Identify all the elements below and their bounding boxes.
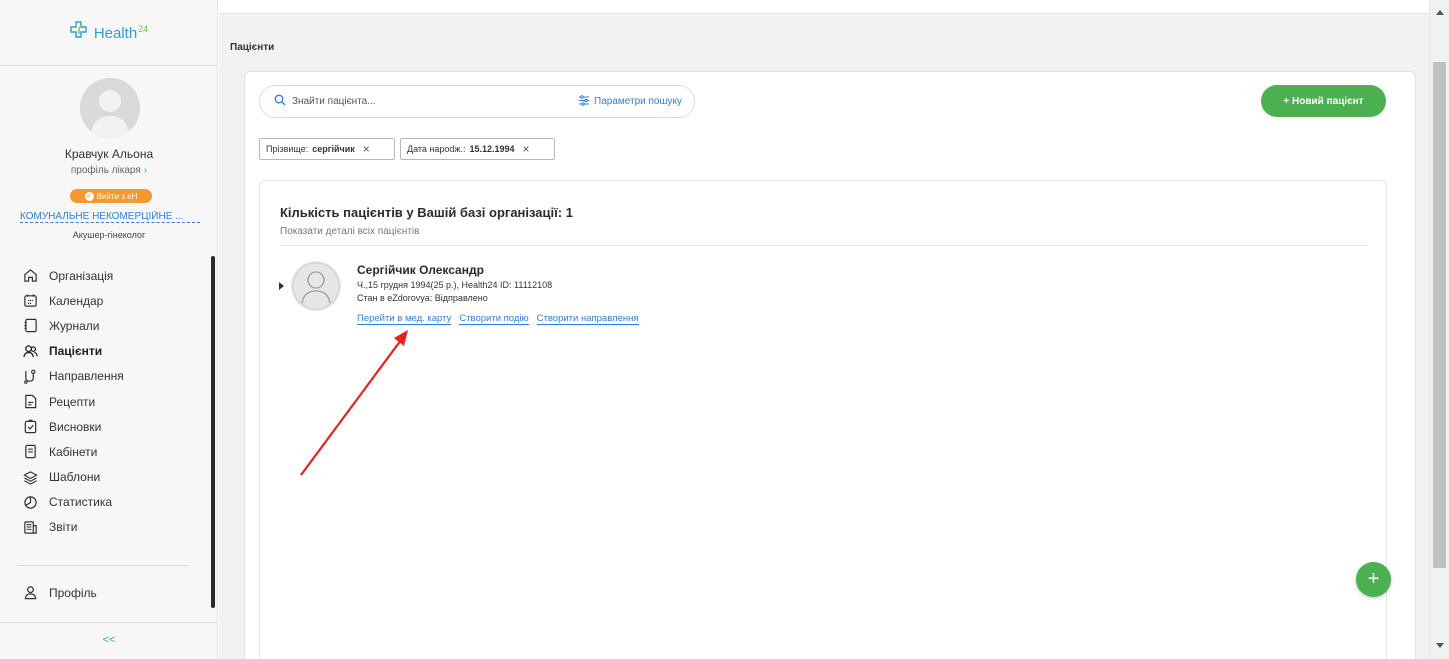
sliders-icon — [578, 94, 590, 109]
health24-logo-icon — [70, 21, 88, 44]
new-patient-button[interactable]: + Новий пацієнт — [1261, 85, 1386, 117]
search-params-button[interactable]: Параметри пошуку — [578, 94, 682, 109]
sidebar-divider — [18, 565, 188, 566]
doctor-name: Кравчук Альона — [64, 147, 154, 161]
sidebar-item-templates[interactable]: Шаблони — [0, 465, 210, 490]
main-content: Пацієнти Знайти пацієнта... Параметри по… — [219, 0, 1429, 659]
home-icon — [22, 268, 38, 284]
journal-icon — [22, 318, 38, 334]
sidebar-bottom-divider — [0, 622, 218, 623]
patient-avatar — [291, 261, 341, 311]
organization-link[interactable]: КОМУНАЛЬНЕ НЕКОМЕРЦІЙНЕ ... — [20, 211, 200, 223]
sidebar-menu: Організація Календар Журнали Пацієнти На… — [0, 263, 210, 540]
logo[interactable]: Health24 — [0, 0, 218, 66]
patient-actions: Перейти в мед. карту Створити подію Ство… — [357, 313, 639, 325]
doctor-avatar[interactable] — [80, 78, 140, 138]
eh-logout-button[interactable]: ✓ Вийти з еН — [70, 189, 152, 203]
user-icon — [22, 585, 38, 601]
search-icon — [274, 93, 286, 111]
scroll-down-arrow-icon[interactable] — [1436, 643, 1444, 648]
reports-icon — [22, 519, 38, 535]
sidebar-item-referrals[interactable]: Направлення — [0, 364, 210, 389]
patients-result-card: Кількість пацієнтів у Вашій базі організ… — [259, 180, 1387, 659]
patient-info: Ч.,15 грудня 1994(25 р.), Health24 ID: 1… — [357, 280, 553, 290]
create-referral-link[interactable]: Створити направлення — [536, 313, 639, 325]
search-input[interactable]: Знайти пацієнта... — [292, 96, 578, 107]
check-icon: ✓ — [84, 191, 94, 201]
add-fab-button[interactable]: + — [1356, 562, 1391, 597]
conclusion-icon — [22, 419, 38, 435]
doctor-profile-link[interactable]: профіль лікаря › — [0, 165, 218, 176]
sidebar-item-organization[interactable]: Організація — [0, 263, 210, 288]
scroll-up-arrow-icon[interactable] — [1436, 10, 1444, 15]
search-box[interactable]: Знайти пацієнта... Параметри пошуку — [259, 85, 695, 118]
sidebar-item-statistics[interactable]: Статистика — [0, 490, 210, 515]
sidebar-item-journals[interactable]: Журнали — [0, 313, 210, 338]
sidebar-item-patients[interactable]: Пацієнти — [0, 339, 210, 364]
referral-icon — [22, 368, 38, 384]
sidebar-item-prescriptions[interactable]: Рецепти — [0, 389, 210, 414]
templates-icon — [22, 469, 38, 485]
patients-icon — [22, 343, 38, 359]
sidebar: Health24 Кравчук Альона профіль лікаря › … — [0, 0, 218, 659]
patient-name[interactable]: Сергійчик Олександр — [357, 263, 484, 277]
sidebar-item-calendar[interactable]: Календар — [0, 288, 210, 313]
close-icon[interactable]: × — [363, 142, 370, 156]
collapse-sidebar-button[interactable]: << — [0, 634, 218, 646]
open-medical-card-link[interactable]: Перейти в мед. карту — [357, 313, 452, 325]
expand-caret-icon[interactable] — [279, 282, 284, 290]
logo-text: Health24 — [93, 23, 149, 42]
cabinet-icon — [22, 444, 38, 460]
show-all-details-link[interactable]: Показати деталі всіх пацієнтів — [280, 226, 419, 237]
chevron-right-icon: › — [143, 165, 148, 176]
page-scrollbar[interactable] — [1429, 0, 1449, 659]
statistics-icon — [22, 494, 38, 510]
sidebar-item-profile[interactable]: Профіль — [0, 580, 210, 605]
calendar-icon — [22, 293, 38, 309]
breadcrumb: Пацієнти — [230, 42, 275, 53]
prescription-icon — [22, 394, 38, 410]
sidebar-profile[interactable]: Профіль — [0, 580, 210, 605]
sidebar-item-cabinets[interactable]: Кабінети — [0, 439, 210, 464]
top-bar — [219, 0, 1429, 14]
sidebar-scrollbar[interactable] — [211, 256, 215, 608]
patient-ezdorovya-status: Стан в eZdorovya: Відправлено — [357, 293, 488, 303]
filter-chip-surname: Прізвище: сергійчик × — [259, 138, 395, 160]
filter-chip-birthdate: Дата нарodж.: 15.12.1994 × — [400, 138, 555, 160]
divider — [280, 245, 1368, 246]
close-icon[interactable]: × — [523, 142, 530, 156]
scrollbar-thumb[interactable] — [1433, 62, 1446, 568]
patients-count-title: Кількість пацієнтів у Вашій базі організ… — [280, 205, 573, 220]
sidebar-item-conclusions[interactable]: Висновки — [0, 414, 210, 439]
create-event-link[interactable]: Створити подію — [459, 313, 529, 325]
doctor-specialty: Акушер-гінеколог — [72, 230, 146, 240]
patients-panel: Знайти пацієнта... Параметри пошуку + Но… — [244, 71, 1416, 659]
sidebar-item-reports[interactable]: Звіти — [0, 515, 210, 540]
